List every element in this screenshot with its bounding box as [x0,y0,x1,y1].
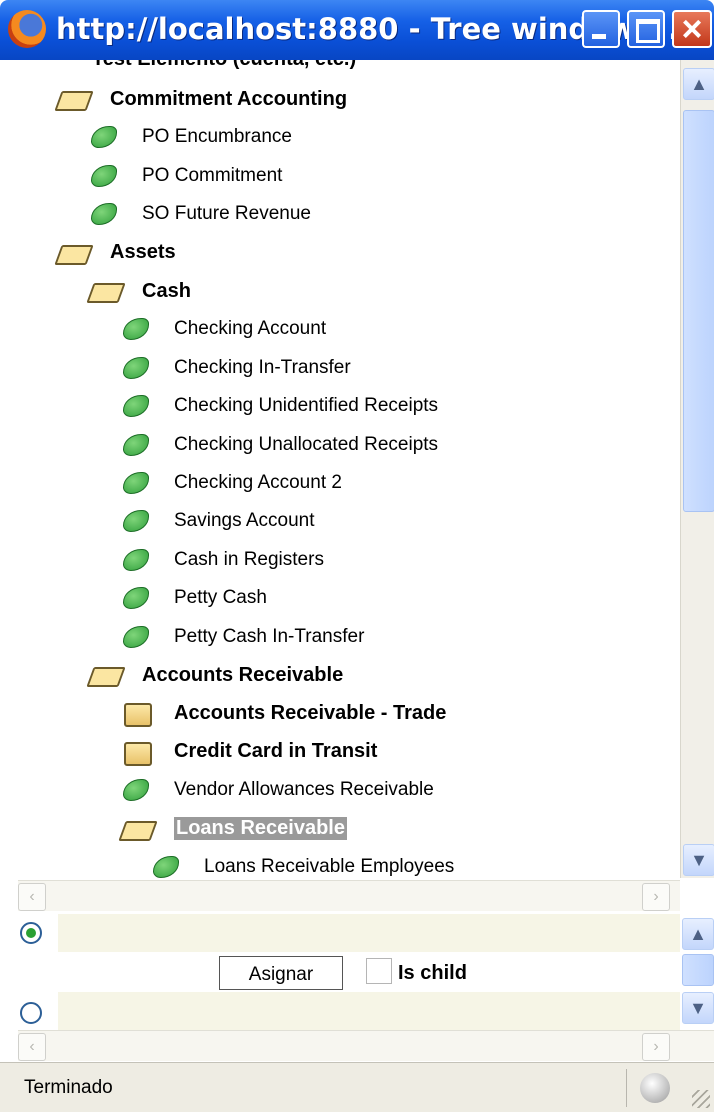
tree-node-label[interactable]: Checking Account [174,318,326,340]
tree-folder-node[interactable]: Accounts Receivable [88,658,343,692]
status-separator [626,1069,627,1107]
tree-node-label[interactable]: Checking Unallocated Receipts [174,434,438,456]
close-button[interactable]: × [672,8,712,49]
form-scroll-left-button[interactable]: ‹ [18,1033,46,1061]
tree-folder-node[interactable]: Accounts Receivable - Trade [120,696,446,730]
radio-top[interactable] [20,922,42,944]
tree-leaf-node[interactable]: Vendor Allowances Receivable [120,773,434,807]
tree-leaf-node[interactable]: PO Commitment [88,159,282,193]
close-icon: × [681,8,703,49]
bottom-field[interactable] [58,992,680,1030]
closed-folder-icon [120,740,154,766]
leaf-icon [120,394,154,418]
form-scroll-right-button[interactable]: › [642,1033,670,1061]
tree-panel: Test Elemento (cuenta, etc.) Commitment … [0,60,680,878]
form-scroll-down-button[interactable]: ▼ [682,992,714,1024]
tree-node-label[interactable]: Vendor Allowances Receivable [174,779,434,801]
connection-status-icon [640,1073,670,1103]
tree-folder-node[interactable]: Assets [56,236,176,270]
tree-node-label[interactable]: PO Commitment [142,165,282,187]
form-vertical-scrollbar[interactable]: ▲ ▼ [680,914,714,1026]
tree-node-label[interactable]: Accounts Receivable [142,664,343,687]
tree-node-label[interactable]: Commitment Accounting [110,88,347,111]
tree-node-label[interactable]: Credit Card in Transit [174,740,377,763]
leaf-icon [88,202,122,226]
bottom-input-row [0,992,680,1030]
tree-leaf-node[interactable]: Checking Account 2 [120,466,342,500]
open-folder-icon [88,279,122,303]
tree-leaf-node[interactable]: PO Encumbrance [88,120,292,154]
form-scroll-thumb[interactable] [682,954,714,986]
leaf-icon [120,433,154,457]
leaf-icon [120,548,154,572]
open-folder-icon [56,87,90,111]
tree-folder-node[interactable]: Credit Card in Transit [120,735,377,769]
tree-node-label[interactable]: SO Future Revenue [142,203,311,225]
leaf-icon [120,509,154,533]
window-titlebar: http://localhost:8880 - Tree window - ..… [0,0,714,60]
tree-node-label[interactable]: Assets [110,241,176,264]
radio-bottom[interactable] [20,1002,42,1024]
resize-grip-icon[interactable] [692,1090,710,1108]
tree-leaf-node[interactable]: Cash in Registers [120,543,324,577]
status-text: Terminado [24,1077,113,1098]
tree-leaf-node[interactable]: Petty Cash In-Transfer [120,620,364,654]
tree-node-label[interactable]: Cash in Registers [174,549,324,571]
tree-node-label[interactable]: Petty Cash [174,587,267,609]
scroll-down-button[interactable]: ▼ [683,844,714,876]
tree-vertical-scrollbar[interactable]: ▲ ▼ [680,60,714,878]
scroll-up-button[interactable]: ▲ [683,68,714,100]
leaf-icon [120,625,154,649]
scroll-right-button[interactable]: › [642,883,670,911]
is-child-label: Is child [398,962,467,984]
open-folder-icon [88,663,122,687]
firefox-icon [8,10,46,48]
tree-leaf-node[interactable]: Checking In-Transfer [120,351,351,385]
tree-leaf-node[interactable]: Savings Account [120,504,314,538]
tree-node-label[interactable]: Cash [142,280,191,303]
form-horizontal-scrollbar[interactable]: ‹ › [18,1030,714,1061]
tree-leaf-node[interactable]: Checking Unallocated Receipts [120,428,438,462]
leaf-icon [120,778,154,802]
tree-horizontal-scrollbar[interactable]: ‹ › [18,880,680,911]
tree-node-label[interactable]: Petty Cash In-Transfer [174,626,364,648]
leaf-icon [120,586,154,610]
tree-node-label[interactable]: Savings Account [174,510,314,532]
is-child-checkbox[interactable] [366,958,392,984]
tree-leaf-node[interactable]: Checking Unidentified Receipts [120,389,438,423]
maximize-button[interactable] [627,10,665,48]
open-folder-icon [120,817,154,841]
tree-folder-node[interactable]: Cash [88,274,191,308]
top-field[interactable] [58,914,680,952]
scroll-thumb[interactable] [683,110,714,512]
tree-node-label[interactable]: Loans Receivable [174,817,347,841]
leaf-icon [120,471,154,495]
tree-node-label[interactable]: Checking Unidentified Receipts [174,395,438,417]
top-input-row [0,914,680,952]
leaf-icon [150,855,184,878]
scroll-left-button[interactable]: ‹ [18,883,46,911]
tree-folder-node[interactable]: Loans Receivable [120,812,347,846]
tree-root-label[interactable]: Test Elemento (cuenta, etc.) [92,60,356,71]
tree-node-label[interactable]: Checking In-Transfer [174,357,351,379]
tree-leaf-node[interactable]: Loans Receivable Employees [150,850,454,878]
tree-node-label[interactable]: Loans Receivable Employees [204,856,454,878]
tree-leaf-node[interactable]: Checking Account [120,312,326,346]
assign-button[interactable]: Asignar [219,956,343,990]
tree-leaf-node[interactable]: Petty Cash [120,581,267,615]
tree-folder-node[interactable]: Commitment Accounting [56,82,347,116]
form-scroll-up-button[interactable]: ▲ [682,918,714,950]
leaf-icon [120,317,154,341]
tree-leaf-node[interactable]: SO Future Revenue [88,197,311,231]
leaf-icon [88,125,122,149]
leaf-icon [120,356,154,380]
tree-node-label[interactable]: PO Encumbrance [142,126,292,148]
open-folder-icon [56,241,90,265]
tree-node-label[interactable]: Accounts Receivable - Trade [174,702,446,725]
minimize-button[interactable] [582,10,620,48]
leaf-icon [88,164,122,188]
closed-folder-icon [120,701,154,728]
status-bar: Terminado [0,1062,714,1112]
tree-node-label[interactable]: Checking Account 2 [174,472,342,494]
